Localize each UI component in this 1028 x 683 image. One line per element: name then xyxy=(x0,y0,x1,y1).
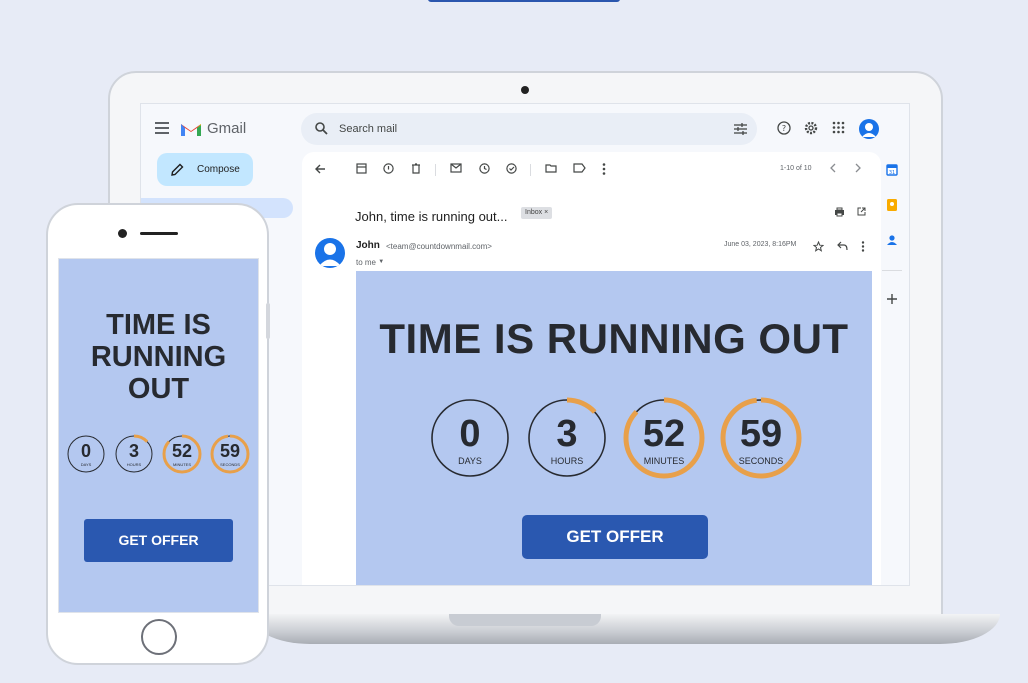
countdown-value: 59 xyxy=(219,441,241,461)
chevron-left-icon[interactable] xyxy=(830,163,837,173)
calendar-icon[interactable]: 31 xyxy=(886,164,898,176)
menu-icon[interactable] xyxy=(155,122,169,134)
countdown-label: MINUTES xyxy=(643,456,685,466)
message-date: June 03, 2023, 8:16PM xyxy=(724,241,797,248)
report-spam-icon[interactable] xyxy=(383,163,394,174)
countdown-label: HOURS xyxy=(126,462,142,467)
mark-unread-icon[interactable] xyxy=(450,163,462,173)
countdown-value: 0 xyxy=(80,441,91,461)
countdown-label: SECONDS xyxy=(738,456,784,466)
apps-grid-icon[interactable] xyxy=(832,121,845,134)
laptop-notch xyxy=(449,614,601,626)
rail-divider xyxy=(882,270,902,271)
countdown-value: 52 xyxy=(171,441,193,461)
countdown-value: 59 xyxy=(739,413,783,455)
inbox-label-chip[interactable]: Inbox × xyxy=(521,207,553,219)
contacts-icon[interactable] xyxy=(886,234,898,246)
compose-button[interactable]: Compose xyxy=(157,153,253,186)
countdown-value: 0 xyxy=(459,413,481,455)
email-body: TIME IS RUNNING OUT 0 DAYS 3 HOURS 52 MINUTES… xyxy=(356,271,872,585)
email-subject: John, time is running out... xyxy=(355,209,508,224)
search-options-icon[interactable] xyxy=(734,123,747,135)
account-avatar[interactable] xyxy=(859,119,879,139)
user-icon xyxy=(862,123,876,137)
to-me-label: to me xyxy=(356,258,377,267)
delete-icon[interactable] xyxy=(411,163,421,174)
help-icon[interactable]: ? xyxy=(777,121,791,135)
print-icon[interactable] xyxy=(834,207,845,217)
reply-icon[interactable] xyxy=(837,241,848,251)
countdown-value: 3 xyxy=(128,441,139,461)
toolbar-divider xyxy=(530,164,531,176)
search-input[interactable]: Search mail xyxy=(339,123,397,135)
phone-headline-line: OUT xyxy=(127,373,190,405)
snooze-clock-icon[interactable] xyxy=(479,163,490,174)
archive-icon[interactable] xyxy=(356,163,367,174)
sender-avatar xyxy=(315,238,345,268)
chevron-right-icon[interactable] xyxy=(854,163,861,173)
gmail-title: Gmail xyxy=(207,120,247,137)
search-bar[interactable]: Search mail xyxy=(301,113,757,145)
phone-headline: TIME IS RUNNING OUT xyxy=(59,309,258,405)
phone-camera xyxy=(118,229,127,238)
countdown-label: HOURS xyxy=(550,456,584,466)
pencil-icon xyxy=(171,163,184,176)
countdown-days: 0 DAYS xyxy=(427,395,513,481)
caret-down-icon[interactable]: ▼ xyxy=(378,259,384,265)
plus-icon[interactable] xyxy=(886,293,898,305)
laptop-base xyxy=(250,614,1000,644)
countdown-label: MINUTES xyxy=(173,462,191,467)
back-arrow-icon[interactable] xyxy=(314,163,326,175)
sender-name: John xyxy=(356,240,380,251)
star-icon[interactable] xyxy=(813,241,824,252)
countdown-seconds: 59 SECONDS xyxy=(209,433,251,475)
laptop-camera xyxy=(521,86,529,94)
user-icon xyxy=(319,243,341,266)
phone-side-button xyxy=(266,303,270,339)
countdown-days: 0 DAYS xyxy=(65,433,107,475)
countdown-label: SECONDS xyxy=(220,462,240,467)
label-tag-icon[interactable] xyxy=(573,163,586,173)
search-icon[interactable] xyxy=(315,122,328,135)
phone-device: TIME IS RUNNING OUT 0 DAYS 3 HOURS 52 MINUTES… xyxy=(46,203,269,665)
phone-screen: TIME IS RUNNING OUT 0 DAYS 3 HOURS 52 MINUTES… xyxy=(58,258,259,613)
add-task-icon[interactable] xyxy=(506,163,518,174)
open-new-window-icon[interactable] xyxy=(857,207,866,216)
countdown-label: DAYS xyxy=(80,462,92,467)
countdown-value: 3 xyxy=(556,413,578,455)
phone-headline-line: TIME IS xyxy=(106,309,211,341)
keep-icon[interactable] xyxy=(886,199,898,211)
countdown-minutes: 52 MINUTES xyxy=(621,395,707,481)
countdown-hours: 3 HOURS xyxy=(524,395,610,481)
countdown-label: DAYS xyxy=(458,456,482,466)
countdown-minutes: 52 MINUTES xyxy=(161,433,203,475)
get-offer-button[interactable]: GET OFFER xyxy=(522,515,708,559)
countdown-value: 52 xyxy=(642,413,686,455)
phone-home-button[interactable] xyxy=(141,619,177,655)
sender-email: <team@countdownmail.com> xyxy=(386,242,492,251)
compose-label: Compose xyxy=(197,164,240,175)
move-to-icon[interactable] xyxy=(545,163,557,173)
more-vertical-icon[interactable] xyxy=(861,241,865,252)
gmail-logo-icon[interactable] xyxy=(180,121,202,137)
phone-get-offer-button[interactable]: GET OFFER xyxy=(84,519,233,562)
email-headline: TIME IS RUNNING OUT xyxy=(379,315,849,362)
pager-text: 1-10 of 10 xyxy=(780,165,812,172)
countdown-seconds: 59 SECONDS xyxy=(718,395,804,481)
message-panel: 1-10 of 10 John, time is running out... … xyxy=(302,152,881,585)
svg-text:31: 31 xyxy=(889,170,895,176)
svg-text:?: ? xyxy=(782,124,786,133)
more-vertical-icon[interactable] xyxy=(602,163,606,175)
top-accent-bar xyxy=(428,0,620,2)
phone-speaker xyxy=(140,232,178,235)
countdown-hours: 3 HOURS xyxy=(113,433,155,475)
recipient-details[interactable]: to me ▼ xyxy=(356,258,384,267)
phone-headline-line: RUNNING xyxy=(90,341,227,373)
settings-gear-icon[interactable] xyxy=(804,121,818,135)
toolbar-divider xyxy=(435,164,436,176)
